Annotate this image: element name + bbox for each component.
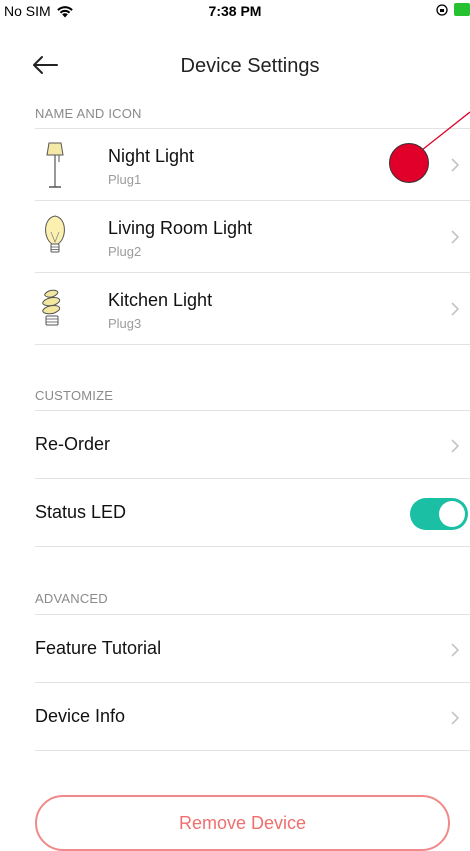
- status-bar: No SIM 7:38 PM: [0, 0, 470, 22]
- chevron-right-icon: [451, 711, 460, 725]
- feature-tutorial-row[interactable]: Feature Tutorial: [35, 615, 470, 682]
- chevron-right-icon: [451, 230, 460, 244]
- toggle-knob: [439, 501, 465, 527]
- chevron-right-icon: [451, 302, 460, 316]
- device-row-kitchen-light[interactable]: Kitchen Light Plug3: [35, 273, 470, 344]
- cfl-bulb-icon: [42, 289, 61, 326]
- section-label-advanced: ADVANCED: [35, 591, 108, 606]
- section-label-customize: CUSTOMIZE: [35, 388, 114, 403]
- annotation-marker: [389, 143, 429, 183]
- status-right: [436, 3, 470, 16]
- status-led-toggle[interactable]: [410, 498, 468, 530]
- status-led-row: Status LED: [35, 479, 470, 546]
- reorder-row[interactable]: Re-Order: [35, 411, 470, 478]
- divider: [35, 750, 470, 751]
- feature-tutorial-label: Feature Tutorial: [35, 638, 162, 658]
- battery-icon: [454, 3, 470, 16]
- section-label-name-and-icon: NAME AND ICON: [35, 106, 142, 121]
- remove-device-button[interactable]: Remove Device: [35, 795, 450, 851]
- device-name: Night Light: [108, 146, 195, 166]
- page-title: Device Settings: [180, 55, 320, 77]
- device-info-label: Device Info: [35, 706, 126, 726]
- chevron-right-icon: [451, 158, 460, 172]
- nav-header: Device Settings: [0, 40, 470, 92]
- light-bulb-icon: [45, 215, 65, 253]
- divider: [35, 546, 470, 547]
- device-plug-label: Plug1: [108, 172, 142, 187]
- chevron-right-icon: [451, 643, 460, 657]
- clock: 7:38 PM: [208, 3, 262, 19]
- orientation-lock-icon: [436, 3, 448, 16]
- divider: [35, 344, 470, 345]
- device-info-row[interactable]: Device Info: [35, 683, 470, 750]
- device-plug-label: Plug2: [108, 244, 142, 259]
- status-led-label: Status LED: [35, 502, 127, 522]
- device-name: Living Room Light: [108, 218, 253, 238]
- device-row-living-room-light[interactable]: Living Room Light Plug2: [35, 201, 470, 272]
- floor-lamp-icon: [46, 142, 64, 188]
- device-name: Kitchen Light: [108, 290, 213, 310]
- device-plug-label: Plug3: [108, 316, 142, 331]
- reorder-label: Re-Order: [35, 434, 111, 454]
- chevron-right-icon: [451, 439, 460, 453]
